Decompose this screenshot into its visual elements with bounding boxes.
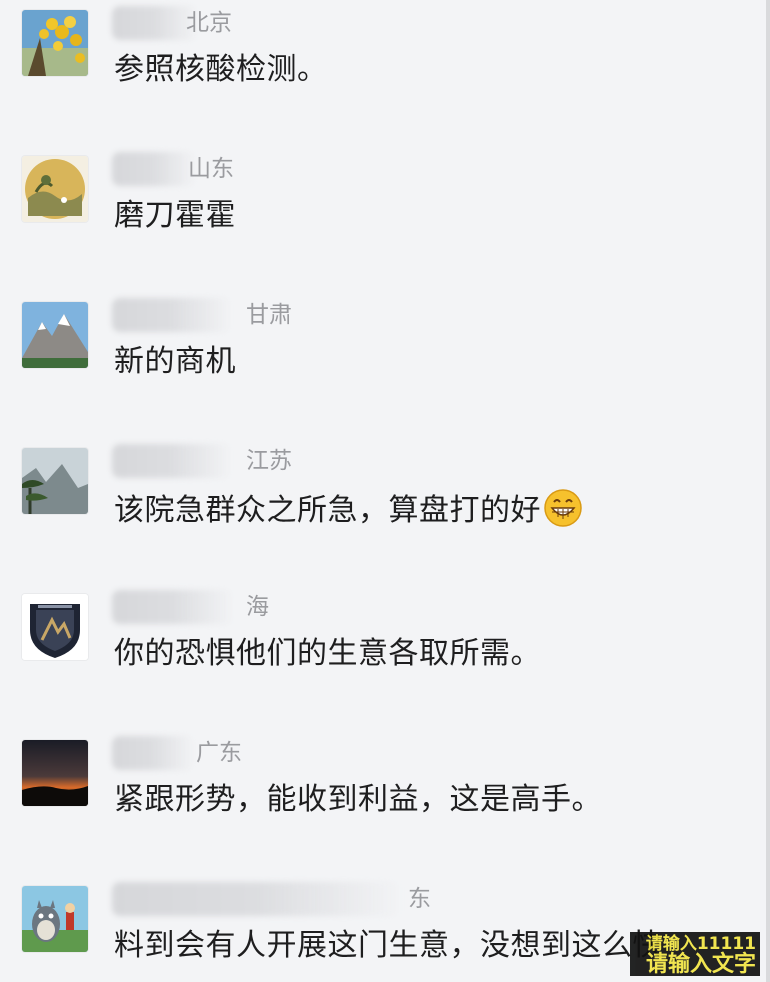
nickname-blurred: [112, 590, 234, 624]
nickname-blurred: [112, 298, 232, 332]
comment-text: 紧跟形势，能收到利益，这是高手。: [114, 782, 602, 817]
location-label: 甘肃: [246, 302, 292, 328]
comment-item: 北京 参照核酸检测。: [0, 6, 766, 136]
comment-text: 参照核酸检测。: [114, 52, 328, 87]
grinning-face-emoji: [544, 489, 582, 527]
comment-item: 海 你的恐惧他们的生意各取所需。: [0, 590, 766, 720]
location-label: 广东: [196, 740, 242, 766]
comment-item: 山东 磨刀霍霍: [0, 152, 766, 282]
comment-item: 甘肃 新的商机: [0, 298, 766, 428]
landscape-painting-avatar[interactable]: [22, 156, 88, 222]
nickname-blurred: [112, 882, 402, 916]
shield-emblem-avatar[interactable]: [22, 594, 88, 660]
nickname-blurred: [112, 736, 194, 770]
yellow-flowers-avatar[interactable]: [22, 10, 88, 76]
comment-text: 该院急群众之所急，算盘打的好: [114, 488, 583, 531]
pine-cliff-avatar[interactable]: [22, 448, 88, 514]
watermark-line2: 请输入文字: [645, 952, 756, 977]
nickname-blurred: [112, 444, 232, 478]
comment-feed: 北京 参照核酸检测。 山东 磨刀霍霍 甘肃 新的商机 江苏 该院急群众之所急，算…: [0, 0, 770, 982]
location-label: 山东: [188, 156, 234, 182]
watermark-overlay: 请输入11111 请输入文字: [630, 932, 760, 976]
location-label: 江苏: [246, 448, 292, 474]
snow-mountain-avatar[interactable]: [22, 302, 88, 368]
comment-text: 你的恐惧他们的生意各取所需。: [114, 636, 541, 671]
comment-item: 江苏 该院急群众之所急，算盘打的好: [0, 444, 766, 574]
comment-text-content: 该院急群众之所急，算盘打的好: [114, 493, 541, 528]
comment-item: 广东 紧跟形势，能收到利益，这是高手。: [0, 736, 766, 866]
totoro-avatar[interactable]: [22, 886, 88, 952]
nickname-blurred: [112, 152, 196, 186]
location-label: 海: [246, 594, 269, 620]
location-label: 东: [408, 886, 431, 912]
location-label: 北京: [186, 10, 232, 36]
comment-text: 磨刀霍霍: [114, 198, 236, 233]
comment-text: 新的商机: [114, 344, 236, 379]
watermark-line1: 请输入11111: [645, 934, 756, 954]
sunset-avatar[interactable]: [22, 740, 88, 806]
comment-text: 料到会有人开展这门生意，没想到这么快: [114, 928, 663, 963]
